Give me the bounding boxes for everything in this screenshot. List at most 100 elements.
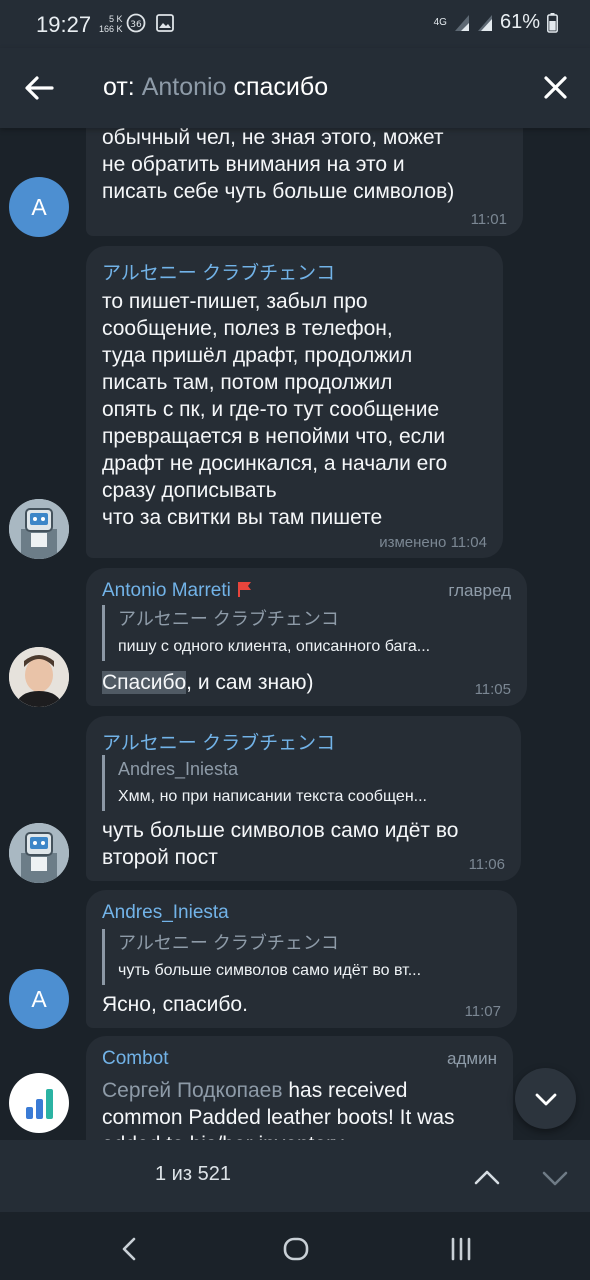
- user-mention[interactable]: Сергей Подкопаев: [102, 1079, 283, 1102]
- text-line: не обратить внимания на это и: [102, 153, 405, 176]
- search-results-bar: 1 из 521: [0, 1140, 590, 1212]
- chevron-down-icon: [535, 1093, 556, 1105]
- text-line: added to his/her inventory.: [102, 1131, 455, 1140]
- message-bubble[interactable]: обычный чел, не зная этого, может не обр…: [86, 128, 523, 236]
- sender-name[interactable]: Antonio Marreti: [102, 580, 254, 602]
- user-photo-icon: [9, 647, 69, 707]
- battery-percent: 61%: [499, 11, 540, 33]
- reply-author: アルセニー クラブチェンコ: [118, 933, 339, 953]
- search-from-label: от:: [103, 73, 135, 101]
- chat-history[interactable]: A обычный чел, не зная этого, может не о…: [0, 128, 590, 1140]
- message-text: Сергей Подкопаев has received common Pad…: [102, 1077, 455, 1140]
- admin-title: админ: [447, 1049, 497, 1068]
- sender-name[interactable]: Combot: [102, 1048, 169, 1070]
- text-line: что за свитки вы там пишете: [102, 506, 383, 529]
- text-line: писать себе чуть больше символов): [102, 180, 455, 203]
- text-line: то пишет-пишет, забыл про: [102, 290, 368, 313]
- sender-text: Antonio Marreti: [102, 580, 231, 601]
- message-time: изменено 11:04: [379, 534, 487, 551]
- avatar-robot[interactable]: [9, 499, 69, 559]
- sender-name[interactable]: アルセニー クラブチェンコ: [102, 258, 335, 285]
- avatar[interactable]: A: [9, 177, 69, 237]
- reply-text: чуть больше символов само идёт во вт...: [118, 962, 422, 979]
- message-bubble[interactable]: アルセニー クラブチェンコ то пишет-пишет, забыл про …: [86, 246, 503, 558]
- scroll-down-button[interactable]: [515, 1068, 576, 1129]
- robot-avatar-icon: [9, 499, 69, 559]
- speed-down: 166 K: [99, 24, 123, 34]
- back-arrow-icon[interactable]: [22, 71, 56, 105]
- reply-quote[interactable]: アルセニー クラブチェンコ пишу с одного клиента, опи…: [102, 605, 516, 661]
- reply-text: Хмм, но при написании текста сообщен...: [118, 788, 427, 805]
- search-from-user: Antonio: [141, 73, 227, 101]
- data-saver-icon: 36: [126, 13, 146, 33]
- message-time: 11:01: [470, 211, 507, 228]
- close-icon[interactable]: [540, 72, 571, 103]
- system-navigation-bar: [0, 1212, 590, 1280]
- chevron-up-icon[interactable]: [472, 1163, 502, 1193]
- combot-logo-icon: [26, 1089, 53, 1119]
- avatar-letter: A: [31, 985, 47, 1012]
- message-time: 11:06: [468, 856, 505, 873]
- avatar-combot[interactable]: [9, 1073, 69, 1133]
- message-time: 11:07: [464, 1003, 501, 1020]
- chevron-down-icon[interactable]: [540, 1163, 570, 1193]
- speed-up: 5 K: [109, 14, 123, 24]
- avatar-photo[interactable]: [9, 647, 69, 707]
- signal-icon-2: [477, 14, 492, 31]
- battery-icon: [547, 12, 558, 33]
- admin-title: главред: [448, 581, 511, 600]
- message-text: обычный чел, не зная этого, может не обр…: [102, 128, 454, 205]
- message-text: Спасибо, и сам знаю): [102, 669, 314, 696]
- search-query[interactable]: от: Antonio спасибо: [103, 73, 328, 102]
- search-highlight: Спасибо: [102, 671, 187, 694]
- nav-back-icon[interactable]: [115, 1234, 145, 1264]
- result-counter: 1 из 521: [155, 1163, 231, 1185]
- message-bubble[interactable]: Andres_Iniesta アルセニー クラブチェンコ чуть больше…: [86, 890, 517, 1028]
- text-rest: has received: [282, 1079, 408, 1102]
- avatar-letter: A: [31, 193, 47, 220]
- avatar[interactable]: A: [9, 969, 69, 1029]
- message-bubble[interactable]: アルセニー クラブチェンコ Andres_Iniesta Хмм, но при…: [86, 716, 521, 881]
- text-line: опять с пк, и где-то тут сообщение: [102, 398, 440, 421]
- status-bar: 19:27 5 K 166 K 36 4G 61%: [0, 0, 590, 48]
- message-bubble[interactable]: Antonio Marreti главред アルセニー クラブチェンコ пи…: [86, 568, 527, 706]
- search-toolbar: от: Antonio спасибо: [0, 48, 590, 128]
- text-line: сразу дописывать: [102, 479, 277, 502]
- message-time: 11:05: [474, 681, 511, 698]
- nav-home-icon[interactable]: [281, 1234, 311, 1264]
- status-time: 19:27: [36, 12, 92, 37]
- flag-icon: [238, 582, 252, 597]
- message-text: Ясно, спасибо.: [102, 993, 248, 1016]
- reply-text: пишу с одного клиента, описанного бага..…: [118, 638, 431, 655]
- avatar-robot[interactable]: [9, 823, 69, 883]
- text-rest: , и сам знаю): [186, 671, 314, 694]
- text-line: превращается в непойми что, если: [102, 425, 446, 448]
- network-type: 4G: [433, 16, 447, 28]
- status-right: 4G 61%: [434, 11, 558, 34]
- text-line: драфт не досинкался, а начали его: [102, 452, 448, 475]
- reply-quote[interactable]: アルセニー クラブチェンコ чуть больше символов само …: [102, 929, 506, 985]
- text-line: common Padded leather boots! It was: [102, 1106, 455, 1129]
- nav-recents-icon[interactable]: [446, 1234, 476, 1264]
- reply-quote[interactable]: Andres_Iniesta Хмм, но при написании тек…: [102, 755, 510, 811]
- robot-avatar-icon: [9, 823, 69, 883]
- text-line: обычный чел, не зная этого, может: [102, 128, 444, 149]
- message-text: то пишет-пишет, забыл про сообщение, пол…: [102, 288, 447, 531]
- text-line: сообщение, полез в телефон,: [102, 317, 393, 340]
- sender-name[interactable]: Andres_Iniesta: [102, 902, 229, 924]
- signal-icon-1: [454, 14, 469, 31]
- network-speed: 5 K 166 K: [99, 14, 123, 34]
- sender-name[interactable]: アルセニー クラブチェンコ: [102, 728, 335, 755]
- message-bubble[interactable]: Combot админ Сергей Подкопаев has receiv…: [86, 1036, 513, 1140]
- text-line: туда пришёл драфт, продолжил: [102, 344, 413, 367]
- text-line: чуть больше символов само идёт во: [102, 819, 459, 842]
- reply-author: アルセニー クラブチェンコ: [118, 609, 339, 629]
- message-text: чуть больше символов само идёт во второй…: [102, 817, 458, 871]
- svg-text:36: 36: [130, 20, 142, 30]
- text-line: Сергей Подкопаев has received: [102, 1077, 455, 1104]
- reply-author: Andres_Iniesta: [118, 759, 239, 779]
- gallery-icon: [156, 14, 174, 32]
- text-line: второй пост: [102, 846, 218, 869]
- notification-icons: 36: [126, 13, 175, 33]
- text-line: писать там, потом продолжил: [102, 371, 393, 394]
